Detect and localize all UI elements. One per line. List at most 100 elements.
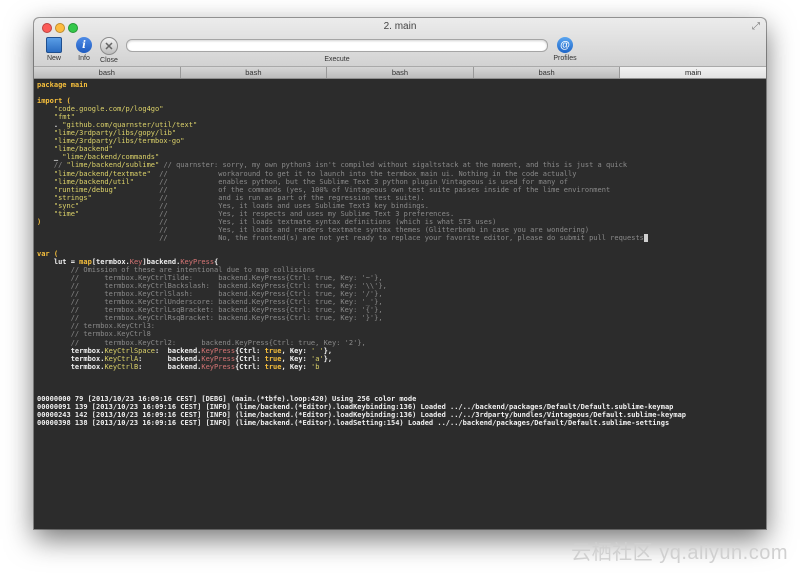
terminal-text: }, xyxy=(323,354,333,363)
terminal-text: : backend. xyxy=(138,354,202,363)
terminal-text: // enables python, but the Sublime Text … xyxy=(133,177,569,186)
terminal-text: _ xyxy=(37,153,63,162)
terminal-text: termbox. xyxy=(37,362,105,371)
close-icon: ✕ xyxy=(100,37,118,55)
terminal-output[interactable]: package main import ( "code.google.com/p/… xyxy=(37,81,763,525)
terminal-line: package main xyxy=(37,81,763,89)
terminal-line: // termbox.KeyCtrlBackslash: backend.Key… xyxy=(37,282,763,290)
terminal-text: // termbox.KeyCtrlBackslash: backend.Key… xyxy=(37,282,387,291)
terminal-text: // termbox.KeyCtrlSlash: backend.KeyPres… xyxy=(37,290,383,299)
terminal-text: // termbox.KeyCtrl2: backend.KeyPress{Ct… xyxy=(37,338,366,347)
terminal-text: var ( xyxy=(37,249,59,258)
watermark: 云栖社区 yq.aliyun.com xyxy=(571,542,788,564)
terminal-text: Key xyxy=(129,258,143,267)
close-button[interactable]: ✕ Close xyxy=(97,37,121,64)
tab-bash-1[interactable]: bash xyxy=(34,67,181,78)
terminal-text: // termbox.KeyCtrlTilde: backend.KeyPres… xyxy=(37,274,383,283)
terminal-text: , Key: xyxy=(281,362,311,371)
terminal-text: KeyCtrlSpace xyxy=(104,346,156,355)
terminal-window: 2. main ⤢ New i Info ✕ Close Execute @ P… xyxy=(34,18,766,529)
close-label: Close xyxy=(100,57,118,64)
tab-bash-3[interactable]: bash xyxy=(327,67,474,78)
new-button[interactable]: New xyxy=(42,37,66,62)
terminal-line: // No, the frontend(s) are not yet ready… xyxy=(37,233,763,242)
terminal-text: }, xyxy=(323,346,333,355)
terminal-line: "time" // Yes, it respects and uses my S… xyxy=(37,210,763,218)
terminal-line: // termbox.KeyCtrlUnderscore: backend.Ke… xyxy=(37,298,763,306)
terminal-line: _ "lime/backend/commands" xyxy=(37,153,763,161)
execute-input[interactable] xyxy=(126,39,548,52)
terminal-text: KeyPress xyxy=(201,362,236,371)
terminal-text: // xyxy=(37,161,67,170)
terminal-text: KeyPress xyxy=(180,258,215,267)
terminal-text: : backend. xyxy=(138,362,202,371)
terminal-text: // Yes, it loads and renders textmate sy… xyxy=(37,225,590,234)
terminal-text: : backend. xyxy=(155,346,202,355)
terminal-text: KeyCtrlB xyxy=(104,362,139,371)
profiles-icon: @ xyxy=(557,37,573,53)
terminal-text: "lime/backend/util" xyxy=(37,177,134,186)
tab-bash-2[interactable]: bash xyxy=(180,67,328,78)
terminal-text: "strings" xyxy=(37,193,92,202)
tab-main-5[interactable]: main xyxy=(620,67,766,78)
window-title: 2. main xyxy=(383,21,417,32)
fullscreen-icon[interactable]: ⤢ xyxy=(752,21,760,32)
terminal-text: "time" xyxy=(37,209,80,218)
terminal-text: // termbox.KeyCtrlUnderscore: backend.Ke… xyxy=(37,298,383,307)
tab-bar: bash bash bash bash main xyxy=(34,67,766,79)
terminal-text: "sync" xyxy=(37,201,80,210)
terminal-line: "code.google.com/p/log4go" xyxy=(37,105,763,113)
terminal-text: // termbox.KeyCtrlRsqBracket: backend.Ke… xyxy=(37,314,383,323)
terminal-text: // Yes, it loads textmate syntax definit… xyxy=(41,217,497,226)
terminal-line: var ( xyxy=(37,250,763,258)
terminal-text: "runtime/debug" xyxy=(37,185,118,194)
profiles-label: Profiles xyxy=(553,55,577,62)
terminal-text: 00000398 138 [2013/10/23 16:09:16 CEST] … xyxy=(37,418,670,427)
terminal-text: "lime/3rdparty/libs/termbox-go" xyxy=(37,137,185,146)
terminal-text: , Key: xyxy=(281,346,311,355)
terminal-text: "github.com/quarnster/util/text" xyxy=(62,121,198,130)
terminal-line: "lime/3rdparty/libs/termbox-go" xyxy=(37,137,763,145)
terminal-text: "lime/backend" xyxy=(37,145,113,154)
terminal-line: // termbox.KeyCtrlRsqBracket: backend.Ke… xyxy=(37,314,763,322)
terminal-line: // Omission of these are intentional due… xyxy=(37,266,763,274)
terminal-text: KeyCtrlA xyxy=(104,354,139,363)
terminal-line: // termbox.KeyCtrl3: xyxy=(37,322,763,330)
terminal-text: ]backend. xyxy=(142,258,181,267)
terminal-text: // No, the frontend(s) are not yet ready… xyxy=(37,233,644,242)
terminal-line: 00000398 138 [2013/10/23 16:09:16 CEST] … xyxy=(37,419,763,427)
terminal-text: {Ctrl: xyxy=(235,346,265,355)
new-label: New xyxy=(46,55,61,62)
terminal-text: 'a' xyxy=(310,354,324,363)
terminal-text: {Ctrl: xyxy=(235,362,265,371)
info-button[interactable]: i Info xyxy=(72,37,96,62)
terminal-line: "strings" // and is run as part of the r… xyxy=(37,194,763,202)
new-window-icon xyxy=(46,37,62,53)
terminal-line: "lime/backend/util" // enables python, b… xyxy=(37,178,763,186)
terminal-text: ' ' xyxy=(310,346,324,355)
terminal-text: {Ctrl: xyxy=(235,354,265,363)
terminal-line: termbox.KeyCtrlSpace: backend.KeyPress{C… xyxy=(37,347,763,355)
terminal-line: . "github.com/quarnster/util/text" xyxy=(37,121,763,129)
info-label: Info xyxy=(78,55,90,62)
tab-bash-4[interactable]: bash xyxy=(473,67,621,78)
terminal-text: true xyxy=(264,354,282,363)
terminal-text: lut = xyxy=(37,258,80,267)
terminal-text: map xyxy=(79,258,92,267)
terminal-text: "lime/backend/textmate" xyxy=(37,169,151,178)
info-icon: i xyxy=(76,37,92,53)
terminal-line: "runtime/debug" // of the commands (yes,… xyxy=(37,186,763,194)
profiles-button[interactable]: @ Profiles xyxy=(553,37,577,62)
terminal-text: 'b xyxy=(310,362,320,371)
terminal-line: ) // Yes, it loads textmate syntax defin… xyxy=(37,218,763,226)
terminal-text: import ( xyxy=(37,97,71,106)
terminal-text: // termbox.KeyCtrlLsqBracket: backend.Ke… xyxy=(37,306,383,315)
terminal-line: // Yes, it loads and renders textmate sy… xyxy=(37,226,763,234)
terminal-line: "lime/backend/textmate" // workaround to… xyxy=(37,170,763,178)
terminal-text: termbox. xyxy=(37,346,105,355)
